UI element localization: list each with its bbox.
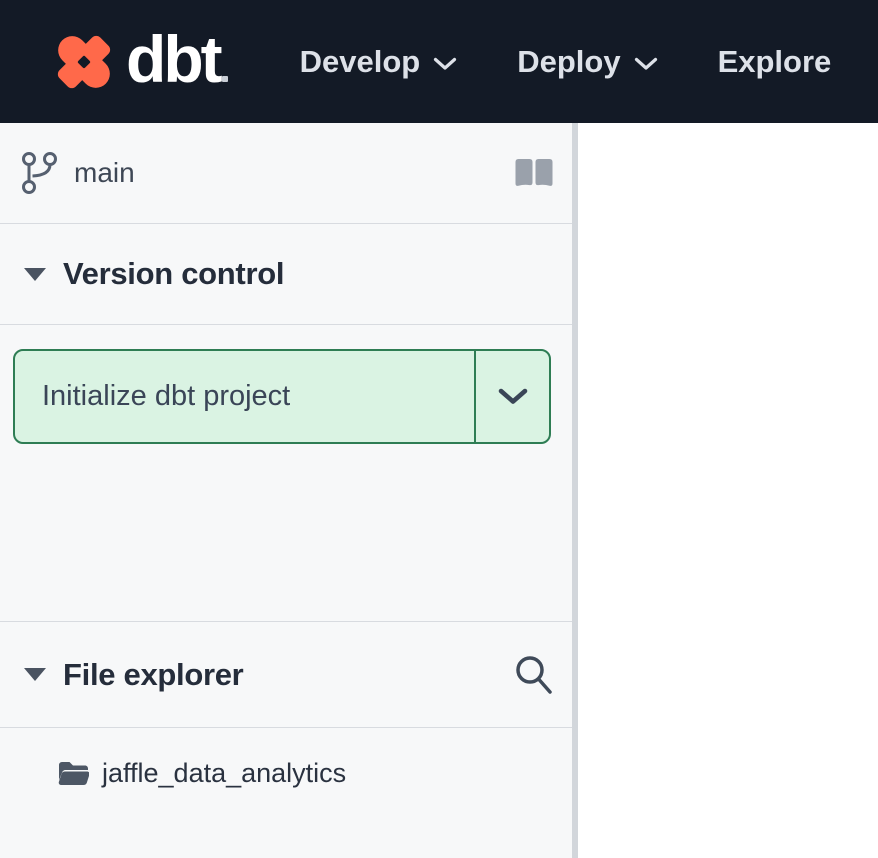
sidebar: main Version control Initialize dbt proj… — [0, 123, 572, 858]
branch-name: main — [74, 157, 135, 189]
initialize-dbt-project-dropdown-button[interactable] — [474, 351, 549, 442]
book-icon — [515, 158, 553, 188]
file-name: jaffle_data_analytics — [102, 758, 346, 789]
docs-button[interactable] — [515, 158, 553, 188]
dbt-logo-icon — [52, 30, 116, 94]
editor-empty-area — [578, 123, 878, 858]
version-control-title: Version control — [63, 256, 284, 292]
git-branch-row[interactable]: main — [0, 123, 572, 224]
initialize-dbt-project-split-button: Initialize dbt project — [13, 349, 551, 444]
file-tree: jaffle_data_analytics — [0, 728, 572, 858]
dbt-logo-text: dbt — [126, 26, 220, 98]
body-layout: main Version control Initialize dbt proj… — [0, 123, 878, 858]
caret-down-icon — [24, 268, 46, 281]
file-explorer-section-header[interactable]: File explorer — [0, 622, 572, 728]
top-nav: dbt Develop Deploy Explore — [0, 0, 878, 123]
file-explorer-title: File explorer — [63, 657, 243, 693]
top-nav-menu: Develop Deploy Explore — [300, 44, 832, 80]
initialize-dbt-project-button[interactable]: Initialize dbt project — [15, 351, 474, 442]
nav-item-develop[interactable]: Develop — [300, 44, 458, 80]
version-control-section-header[interactable]: Version control — [0, 224, 572, 325]
nav-item-deploy-label: Deploy — [517, 44, 620, 80]
file-search-button[interactable] — [513, 654, 553, 696]
git-branch-icon — [20, 149, 58, 197]
chevron-down-icon — [498, 388, 528, 405]
search-icon — [513, 654, 553, 696]
folder-open-icon — [57, 760, 89, 787]
caret-down-icon — [24, 668, 46, 681]
chevron-down-icon — [433, 57, 457, 71]
dbt-logo-trademark-dot — [222, 76, 228, 82]
app-root: dbt Develop Deploy Explore — [0, 0, 878, 858]
file-tree-row-project-folder[interactable]: jaffle_data_analytics — [0, 752, 572, 794]
dbt-logo[interactable]: dbt — [52, 26, 228, 98]
version-control-body: Initialize dbt project — [0, 325, 572, 622]
nav-item-deploy[interactable]: Deploy — [517, 44, 657, 80]
nav-item-develop-label: Develop — [300, 44, 421, 80]
nav-item-explore-label: Explore — [718, 44, 832, 80]
nav-item-explore[interactable]: Explore — [718, 44, 832, 80]
chevron-down-icon — [634, 57, 658, 71]
